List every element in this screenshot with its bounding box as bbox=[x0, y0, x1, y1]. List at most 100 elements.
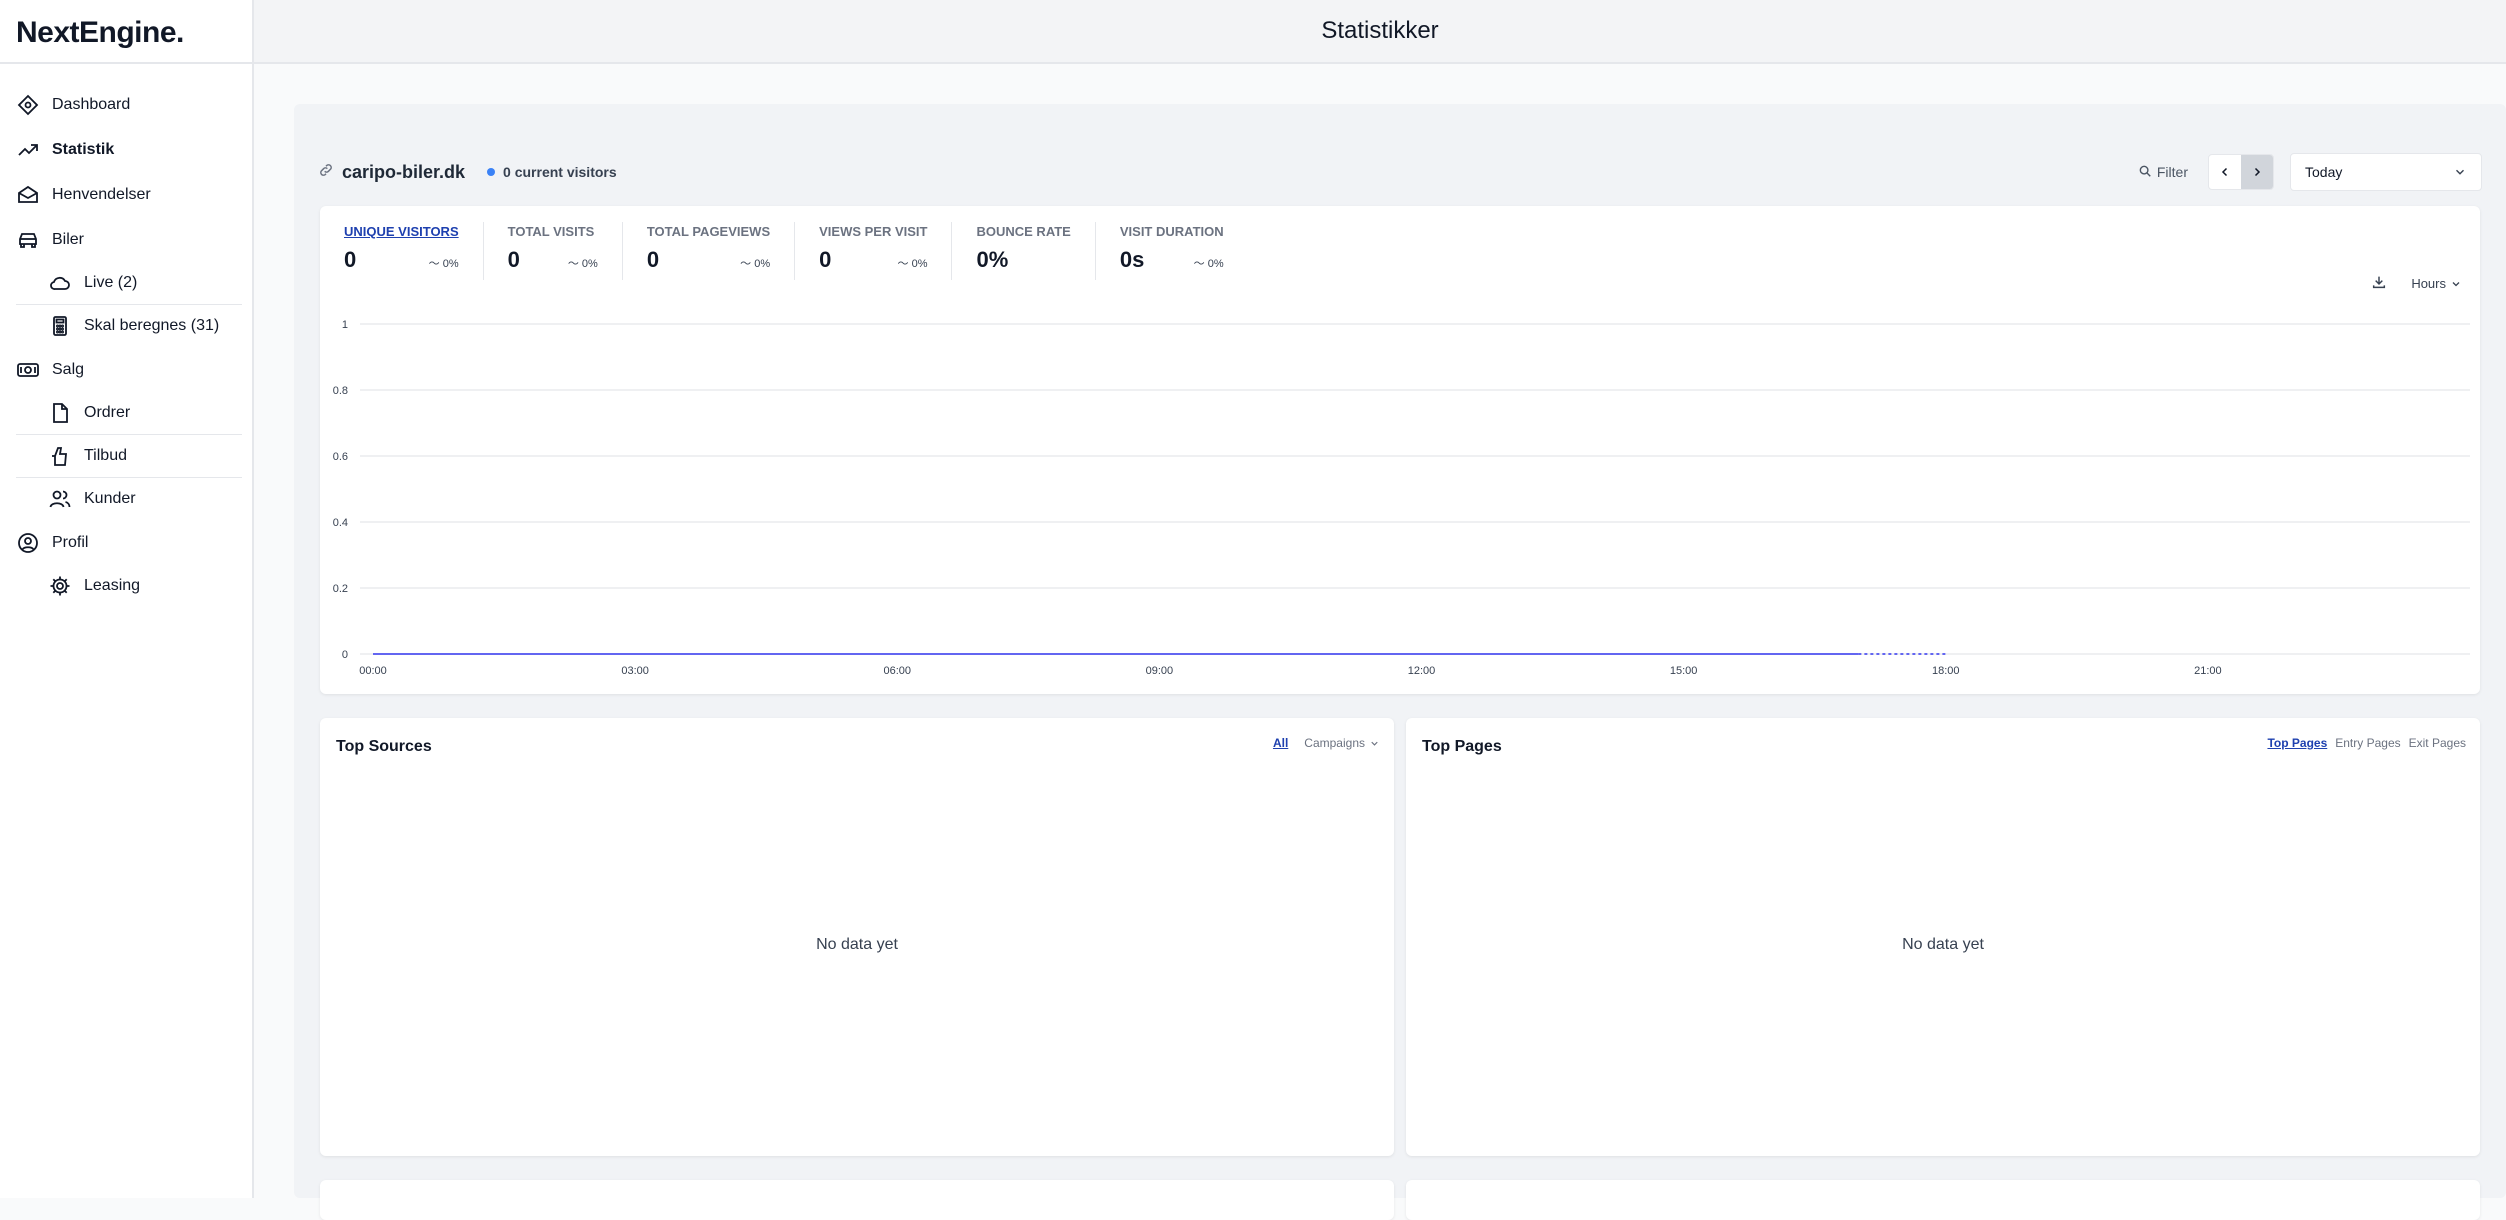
prev-period-button[interactable] bbox=[2209, 155, 2241, 189]
empty-state: No data yet bbox=[1902, 936, 1984, 953]
y-tick-label: 0.8 bbox=[333, 385, 348, 397]
stat-label: UNIQUE VISITORS bbox=[344, 224, 459, 239]
page-title: Statistikker bbox=[1321, 17, 1439, 44]
calculator-icon bbox=[48, 314, 72, 338]
sidebar-item-label: Kunder bbox=[84, 490, 136, 507]
sidebar-item-ordrer[interactable]: Ordrer bbox=[16, 392, 242, 435]
cloud-icon bbox=[48, 271, 72, 295]
visitors-chart-card: UNIQUE VISITORS 0 〜 0% TOTAL VISITS 0 〜 0%… bbox=[320, 206, 2480, 694]
sidebar-item-biler[interactable]: Biler bbox=[0, 217, 252, 262]
sidebar-item-label: Ordrer bbox=[84, 404, 131, 421]
stat-label: VISIT DURATION bbox=[1119, 224, 1224, 239]
header: Statistikker bbox=[254, 0, 2506, 64]
stats-panel: caripo-biler.dk 0 current visitors Filte… bbox=[294, 104, 2506, 1220]
stat-change: 〜 0% bbox=[428, 258, 459, 270]
user-circle-icon bbox=[16, 531, 40, 555]
top-pages-card: Top Pages Top Pages Entry Pages Exit Pag… bbox=[1406, 718, 2480, 1156]
stat-value: 0 bbox=[646, 247, 660, 272]
stat-change: 〜 0% bbox=[1193, 258, 1224, 270]
devices-card bbox=[1406, 1180, 2480, 1220]
date-controls: Filter Today bbox=[2138, 153, 2482, 191]
chevron-right-icon bbox=[2254, 167, 2261, 177]
stat-change: 〜 0% bbox=[897, 258, 928, 270]
y-tick-label: 0.4 bbox=[333, 517, 348, 529]
top-sources-title: Top Sources bbox=[336, 738, 432, 755]
sidebar-item-henvendelser[interactable]: Henvendelser bbox=[0, 172, 252, 217]
current-visitors: 0 current visitors bbox=[487, 164, 617, 180]
cash-icon bbox=[16, 358, 40, 382]
download-icon[interactable] bbox=[2371, 274, 2387, 293]
trending-up-icon bbox=[16, 138, 40, 162]
document-icon bbox=[48, 401, 72, 425]
sidebar-item-statistik[interactable]: Statistik bbox=[0, 127, 252, 172]
y-tick-label: 0.2 bbox=[333, 583, 348, 595]
locations-card bbox=[320, 1180, 1394, 1220]
site-domain[interactable]: caripo-biler.dk bbox=[342, 162, 465, 183]
tab-top-pages[interactable]: Top Pages bbox=[2267, 736, 2327, 750]
next-period-button[interactable] bbox=[2241, 155, 2273, 189]
chevron-left-icon bbox=[2221, 167, 2228, 177]
chevron-down-icon bbox=[2452, 281, 2460, 286]
top-sources-tabs: All Campaigns bbox=[1265, 736, 1380, 750]
sidebar-item-label: Tilbud bbox=[84, 447, 127, 464]
x-tick-label: 06:00 bbox=[883, 665, 911, 677]
sidebar-item-label: Skal beregnes (31) bbox=[84, 317, 220, 334]
hand-coin-icon bbox=[48, 444, 72, 468]
stat-value: 0 bbox=[507, 247, 520, 272]
filter-button[interactable]: Filter bbox=[2138, 164, 2188, 181]
sidebar-item-salg[interactable]: Salg bbox=[0, 347, 252, 392]
car-icon bbox=[16, 228, 40, 252]
period-nav bbox=[2208, 154, 2274, 190]
stat-tiles: UNIQUE VISITORS 0 〜 0% TOTAL VISITS 0 〜 0%… bbox=[344, 222, 1272, 280]
interval-select[interactable]: Hours bbox=[2411, 276, 2462, 291]
sidebar-item-label: Henvendelser bbox=[52, 185, 151, 203]
x-tick-label: 18:00 bbox=[1932, 665, 1960, 677]
tab-all[interactable]: All bbox=[1273, 736, 1288, 750]
sidebar: NextEngine. Dashboard Statistik Henvende… bbox=[0, 0, 254, 1198]
x-tick-label: 09:00 bbox=[1146, 665, 1174, 677]
top-sources-card: Top Sources All Campaigns No data yet bbox=[320, 718, 1394, 1156]
stat-total-visits[interactable]: TOTAL VISITS 0 〜 0% bbox=[508, 222, 623, 280]
top-pages-tabs: Top Pages Entry Pages Exit Pages bbox=[2259, 736, 2466, 750]
stat-total-pageviews[interactable]: TOTAL PAGEVIEWS 0 〜 0% bbox=[646, 222, 796, 280]
diamond-icon bbox=[16, 93, 40, 117]
stat-visit-duration[interactable]: VISIT DURATION 0s 〜 0% bbox=[1120, 222, 1248, 280]
app-logo[interactable]: NextEngine. bbox=[0, 0, 252, 64]
x-tick-label: 00:00 bbox=[359, 665, 387, 677]
x-tick-label: 15:00 bbox=[1670, 665, 1698, 677]
tab-campaigns[interactable]: Campaigns bbox=[1296, 736, 1380, 750]
sidebar-item-tilbud[interactable]: Tilbud bbox=[16, 435, 242, 478]
site-header: caripo-biler.dk 0 current visitors Filte… bbox=[318, 152, 2482, 192]
sidebar-nav: Dashboard Statistik Henvendelser Biler L… bbox=[0, 64, 252, 607]
x-tick-label: 03:00 bbox=[621, 665, 649, 677]
stat-unique-visitors[interactable]: UNIQUE VISITORS 0 〜 0% bbox=[344, 222, 484, 280]
tab-exit-pages[interactable]: Exit Pages bbox=[2409, 736, 2466, 750]
sidebar-item-label: Salg bbox=[52, 360, 85, 378]
sidebar-item-skal-beregnes[interactable]: Skal beregnes (31) bbox=[16, 305, 242, 347]
stat-bounce-rate[interactable]: BOUNCE RATE 0% bbox=[976, 222, 1096, 280]
sidebar-item-label: Leasing bbox=[84, 577, 141, 594]
stat-value: 0 bbox=[344, 247, 357, 272]
stat-change: 〜 0% bbox=[740, 258, 771, 270]
stat-label: VIEWS PER VISIT bbox=[819, 224, 928, 239]
tab-entry-pages[interactable]: Entry Pages bbox=[2335, 736, 2400, 750]
period-select[interactable]: Today bbox=[2290, 153, 2482, 191]
sidebar-item-leasing[interactable]: Leasing bbox=[16, 565, 242, 607]
sidebar-item-kunder[interactable]: Kunder bbox=[16, 478, 242, 520]
search-icon bbox=[2138, 164, 2152, 181]
interval-value: Hours bbox=[2411, 276, 2446, 291]
sidebar-item-dashboard[interactable]: Dashboard bbox=[0, 82, 252, 127]
envelope-icon bbox=[16, 183, 40, 207]
chevron-down-icon bbox=[1371, 741, 1378, 746]
sidebar-item-live[interactable]: Live (2) bbox=[16, 262, 242, 305]
x-tick-label: 21:00 bbox=[2194, 665, 2222, 677]
sidebar-item-label: Biler bbox=[52, 230, 85, 248]
sidebar-item-label: Profil bbox=[52, 533, 89, 551]
sidebar-item-profil[interactable]: Profil bbox=[0, 520, 252, 565]
empty-state: No data yet bbox=[816, 936, 898, 953]
filter-label: Filter bbox=[2156, 164, 2188, 180]
users-icon bbox=[48, 487, 72, 511]
stat-value: 0 bbox=[819, 247, 832, 272]
stat-label: BOUNCE RATE bbox=[976, 224, 1071, 239]
stat-views-per-visit[interactable]: VIEWS PER VISIT 0 〜 0% bbox=[819, 222, 953, 280]
